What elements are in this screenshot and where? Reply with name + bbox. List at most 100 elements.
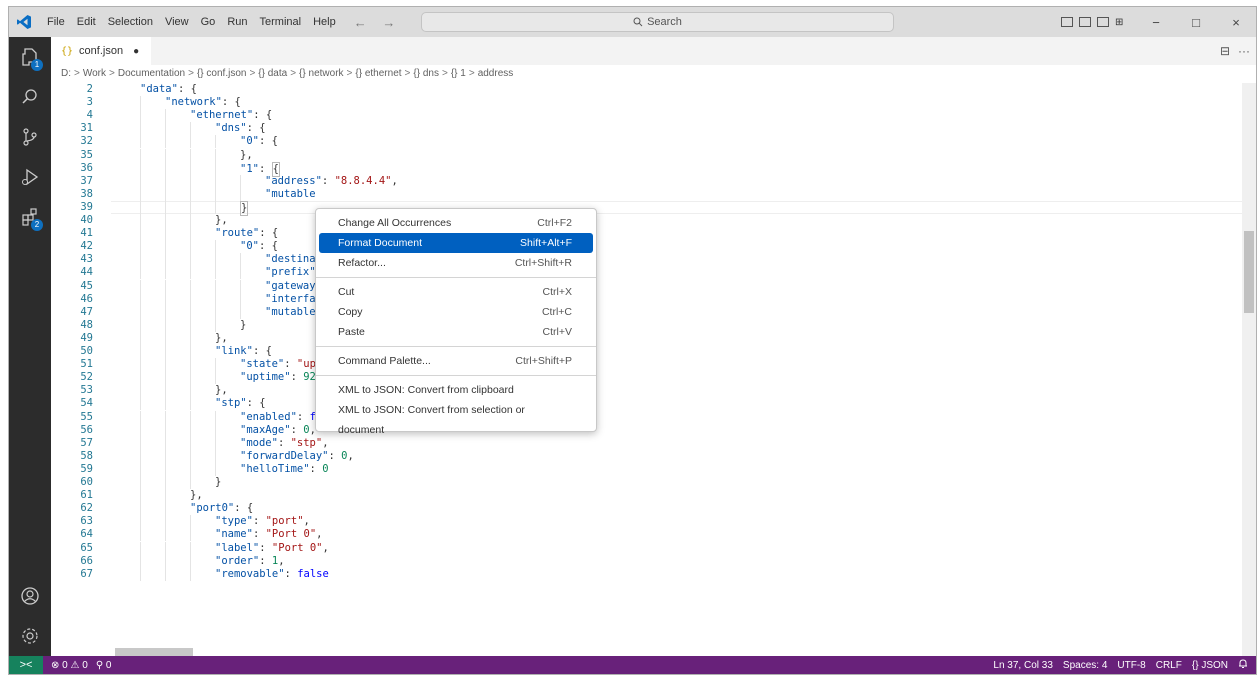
breadcrumb-item[interactable]: {} 1 (451, 68, 466, 79)
code-line[interactable]: 41 "route": { (51, 227, 1242, 241)
menu-terminal[interactable]: Terminal (254, 7, 308, 37)
menu-run[interactable]: Run (221, 7, 253, 37)
end-of-line[interactable]: CRLF (1156, 660, 1182, 671)
code-line[interactable]: 57 "mode": "stp", (51, 436, 1242, 450)
toggle-primary-sidebar-icon[interactable] (1061, 17, 1073, 27)
breadcrumb-item[interactable]: Documentation (118, 68, 185, 79)
code-line[interactable]: 54 "stp": { (51, 397, 1242, 411)
menu-edit[interactable]: Edit (71, 7, 102, 37)
code-line[interactable]: 52"uptime": 92224 (51, 371, 1242, 385)
customize-layout-icon[interactable]: ⊞ (1115, 17, 1129, 28)
code-line[interactable]: 59 "helloTime": 0 (51, 462, 1242, 476)
line-number: 44 (80, 266, 93, 279)
code-line[interactable]: 47 "mutable (51, 305, 1242, 319)
code-line[interactable]: 58 "forwardDelay": 0, (51, 449, 1242, 463)
breadcrumb-item[interactable]: {} network (299, 68, 343, 79)
tab-conf-json[interactable]: {} conf.json ● (51, 37, 151, 65)
remote-indicator[interactable]: >< (9, 656, 43, 674)
ports-indicator[interactable]: ⚲ 0 (96, 660, 112, 671)
code-line[interactable]: 63 "type": "port", (51, 515, 1242, 529)
manage-gear-icon[interactable] (9, 616, 51, 656)
language-mode[interactable]: {} JSON (1192, 660, 1228, 671)
code-line[interactable]: 65 "label": "Port 0", (51, 541, 1242, 555)
code-line[interactable]: 51 "state": "up (51, 358, 1242, 372)
code-line[interactable]: 42 "0": { (51, 240, 1242, 254)
toggle-secondary-sidebar-icon[interactable] (1097, 17, 1109, 27)
notifications-bell-icon[interactable] (1238, 658, 1248, 672)
context-menu-item[interactable]: XML to JSON: Convert from clipboard (319, 380, 593, 400)
code-line[interactable]: 38 "mutable (51, 187, 1242, 201)
code-line[interactable]: 50 "link": { (51, 345, 1242, 359)
breadcrumb-item[interactable]: {} ethernet (355, 68, 401, 79)
menu-file[interactable]: File (41, 7, 71, 37)
code-line[interactable]: 3 "network": { (51, 96, 1242, 110)
code-line[interactable]: 35}, (51, 148, 1242, 162)
code-line[interactable]: 32 "0": { (51, 135, 1242, 149)
problems-indicator[interactable]: ⊗ 0 ⚠ 0 (51, 660, 88, 671)
context-menu-item[interactable]: Paste Ctrl+V (319, 322, 593, 342)
code-line[interactable]: 36 "1": { (51, 161, 1242, 177)
code-line[interactable]: 55"enabled": false, (51, 410, 1242, 424)
cursor-position[interactable]: Ln 37, Col 33 (993, 660, 1053, 671)
code-line[interactable]: 31 "dns": { (51, 122, 1242, 136)
code-line[interactable]: 49}, (51, 331, 1242, 345)
code-editor[interactable]: 2 "data": {3 "network": {4 "ethernet": {31 "… (51, 83, 1242, 656)
code-line[interactable]: 2 "data": { (51, 83, 1242, 96)
context-menu-item[interactable]: Format Document Shift+Alt+F (319, 233, 593, 253)
run-debug-icon[interactable] (9, 157, 51, 197)
code-line[interactable]: 37 "address": "8.8.4.4", (51, 174, 1242, 188)
context-menu-item[interactable]: Change All Occurrences Ctrl+F2 (319, 213, 593, 233)
source-control-icon[interactable] (9, 117, 51, 157)
code-line[interactable]: 64 "name": "Port 0", (51, 528, 1242, 542)
breadcrumb-item[interactable]: {} dns (413, 68, 439, 79)
code-line[interactable]: 62 "port0": { (51, 502, 1242, 516)
encoding[interactable]: UTF-8 (1117, 660, 1145, 671)
code-line[interactable]: 45 "gateway (51, 279, 1242, 293)
breadcrumb-item[interactable]: {} conf.json (197, 68, 246, 79)
split-editor-icon[interactable]: ⊟ (1220, 44, 1230, 58)
indentation[interactable]: Spaces: 4 (1063, 660, 1107, 671)
code-line[interactable]: 66 "order": 1, (51, 554, 1242, 568)
menu-help[interactable]: Help (307, 7, 342, 37)
breadcrumb-item[interactable]: Work (83, 68, 106, 79)
command-center-search[interactable]: Search (421, 12, 894, 32)
code-line[interactable]: 39} (51, 200, 1242, 216)
scrollbar-thumb[interactable] (1244, 231, 1254, 313)
context-menu-item[interactable]: Cut Ctrl+X (319, 282, 593, 302)
code-line[interactable]: 48} (51, 318, 1242, 332)
line-number: 36 (80, 161, 93, 174)
context-menu-item[interactable]: Copy Ctrl+C (319, 302, 593, 322)
breadcrumb-item[interactable]: D: (61, 68, 71, 79)
code-line[interactable]: 4 "ethernet": { (51, 109, 1242, 123)
menu-view[interactable]: View (159, 7, 195, 37)
menu-go[interactable]: Go (195, 7, 222, 37)
maximize-button[interactable]: □ (1176, 15, 1216, 30)
more-actions-icon[interactable]: ··· (1238, 44, 1250, 58)
code-line[interactable]: 60} (51, 476, 1242, 490)
context-menu-item[interactable]: XML to JSON: Convert from selection or d… (319, 400, 593, 436)
code-line[interactable]: 40}, (51, 214, 1242, 228)
code-line[interactable]: 43 "destina (51, 253, 1242, 267)
horizontal-scrollbar-thumb[interactable] (115, 648, 193, 656)
code-line[interactable]: 56 "maxAge": 0, (51, 423, 1242, 437)
context-menu-item[interactable]: Command Palette... Ctrl+Shift+P (319, 351, 593, 371)
nav-arrows[interactable]: ← → (354, 15, 402, 30)
code-line[interactable]: 53}, (51, 384, 1242, 398)
code-line[interactable]: 67 "removable": false (51, 567, 1242, 581)
explorer-icon[interactable]: 1 (9, 37, 51, 77)
code-line[interactable]: 61}, (51, 489, 1242, 503)
breadcrumb-item[interactable]: {} data (258, 68, 287, 79)
code-line[interactable]: 46 "interfa (51, 292, 1242, 306)
breadcrumb-item[interactable]: address (478, 68, 514, 79)
accounts-icon[interactable] (9, 576, 51, 616)
menu-selection[interactable]: Selection (102, 7, 159, 37)
close-button[interactable]: × (1216, 15, 1256, 30)
toggle-panel-icon[interactable] (1079, 17, 1091, 27)
extensions-icon[interactable]: 2 (9, 197, 51, 237)
context-menu-item[interactable]: Refactor... Ctrl+Shift+R (319, 253, 593, 273)
search-view-icon[interactable] (9, 77, 51, 117)
vertical-scrollbar[interactable] (1242, 83, 1256, 656)
minimize-button[interactable]: − (1136, 15, 1176, 30)
modified-indicator[interactable]: ● (133, 46, 139, 57)
code-line[interactable]: 44 "prefix" (51, 266, 1242, 280)
